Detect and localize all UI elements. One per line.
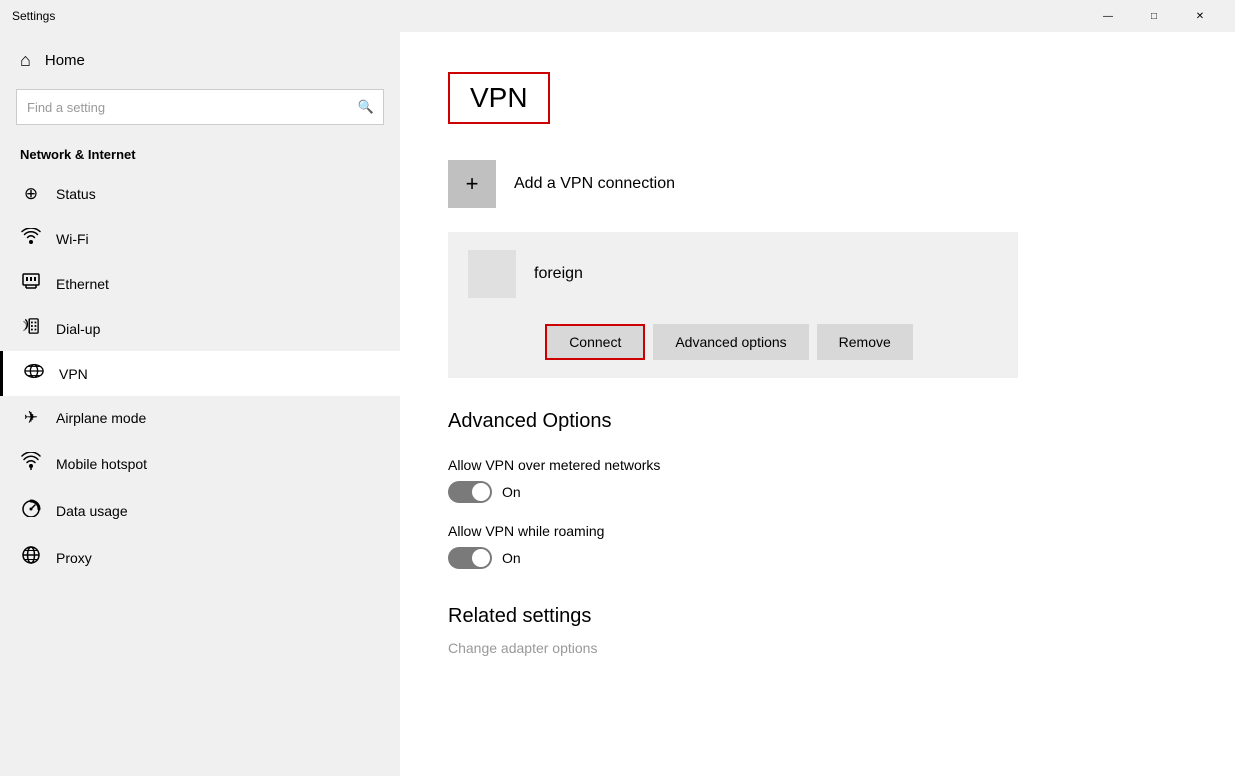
vpn-connection-card: foreign Connect Advanced options Remove: [448, 232, 1018, 378]
toggle-metered-networks: Allow VPN over metered networks On: [448, 457, 1187, 503]
hotspot-icon: [20, 452, 42, 475]
sidebar-item-ethernet[interactable]: Ethernet: [0, 261, 400, 306]
vpn-connection-buttons: Connect Advanced options Remove: [448, 316, 1018, 378]
sidebar-item-wifi[interactable]: Wi-Fi: [0, 216, 400, 261]
sidebar-item-vpn[interactable]: VPN: [0, 351, 400, 396]
toggle-roaming-switch[interactable]: [448, 547, 492, 569]
minimize-button[interactable]: —: [1085, 0, 1131, 32]
change-adapter-link[interactable]: Change adapter options: [448, 640, 1187, 656]
dialup-icon: [20, 318, 42, 339]
related-settings-title: Related settings: [448, 605, 1187, 628]
advanced-options-button[interactable]: Advanced options: [653, 324, 808, 360]
sidebar-home[interactable]: ⌂ Home: [0, 32, 400, 89]
app-body: ⌂ Home 🔍 Network & Internet ⊕ Status Wi-…: [0, 32, 1235, 776]
status-icon: ⊕: [20, 184, 42, 204]
sidebar-item-proxy[interactable]: Proxy: [0, 534, 400, 581]
sidebar-item-status[interactable]: ⊕ Status: [0, 172, 400, 216]
sidebar-item-label: Airplane mode: [56, 410, 146, 426]
maximize-button[interactable]: □: [1131, 0, 1177, 32]
vpn-connection-name: foreign: [534, 265, 583, 283]
sidebar-item-label: Wi-Fi: [56, 231, 89, 247]
window-controls: — □ ✕: [1085, 0, 1223, 32]
wifi-icon: [20, 228, 42, 249]
search-button[interactable]: 🔍: [348, 89, 384, 125]
sidebar-item-label: VPN: [59, 366, 88, 382]
sidebar-item-label: Data usage: [56, 503, 128, 519]
airplane-icon: ✈: [20, 408, 42, 428]
datausage-icon: [20, 499, 42, 522]
proxy-icon: [20, 546, 42, 569]
toggle-roaming: Allow VPN while roaming On: [448, 523, 1187, 569]
toggle-metered-switch[interactable]: [448, 481, 492, 503]
sidebar-item-label: Mobile hotspot: [56, 456, 147, 472]
sidebar-item-datausage[interactable]: Data usage: [0, 487, 400, 534]
sidebar: ⌂ Home 🔍 Network & Internet ⊕ Status Wi-…: [0, 32, 400, 776]
toggle-roaming-label: Allow VPN while roaming: [448, 523, 1187, 539]
sidebar-item-dialup[interactable]: Dial-up: [0, 306, 400, 351]
add-vpn-label: Add a VPN connection: [514, 175, 675, 193]
toggle-roaming-container: On: [448, 547, 1187, 569]
search-box: 🔍: [16, 89, 384, 125]
add-vpn-icon: +: [448, 160, 496, 208]
sidebar-item-label: Status: [56, 186, 96, 202]
add-vpn-row[interactable]: + Add a VPN connection: [448, 160, 1187, 208]
sidebar-item-label: Dial-up: [56, 321, 100, 337]
vpn-icon: [23, 363, 45, 384]
advanced-options-title: Advanced Options: [448, 410, 1187, 433]
toggle-metered-label: Allow VPN over metered networks: [448, 457, 1187, 473]
vpn-connection-header: foreign: [448, 232, 1018, 316]
sidebar-item-label: Proxy: [56, 550, 92, 566]
remove-button[interactable]: Remove: [817, 324, 913, 360]
vpn-connection-icon: [468, 250, 516, 298]
main-content: VPN + Add a VPN connection foreign Conne…: [400, 32, 1235, 776]
ethernet-icon: [20, 273, 42, 294]
sidebar-item-label: Ethernet: [56, 276, 109, 292]
plus-icon: +: [466, 171, 479, 197]
search-input[interactable]: [16, 89, 384, 125]
page-title: VPN: [448, 72, 550, 124]
sidebar-item-airplane[interactable]: ✈ Airplane mode: [0, 396, 400, 440]
toggle-roaming-state: On: [502, 550, 521, 566]
close-button[interactable]: ✕: [1177, 0, 1223, 32]
title-bar: Settings — □ ✕: [0, 0, 1235, 32]
sidebar-item-hotspot[interactable]: Mobile hotspot: [0, 440, 400, 487]
sidebar-section-title: Network & Internet: [0, 139, 400, 172]
home-icon: ⌂: [20, 50, 31, 71]
window-title: Settings: [12, 9, 55, 23]
toggle-metered-container: On: [448, 481, 1187, 503]
home-label: Home: [45, 52, 85, 69]
toggle-metered-state: On: [502, 484, 521, 500]
connect-button[interactable]: Connect: [545, 324, 645, 360]
